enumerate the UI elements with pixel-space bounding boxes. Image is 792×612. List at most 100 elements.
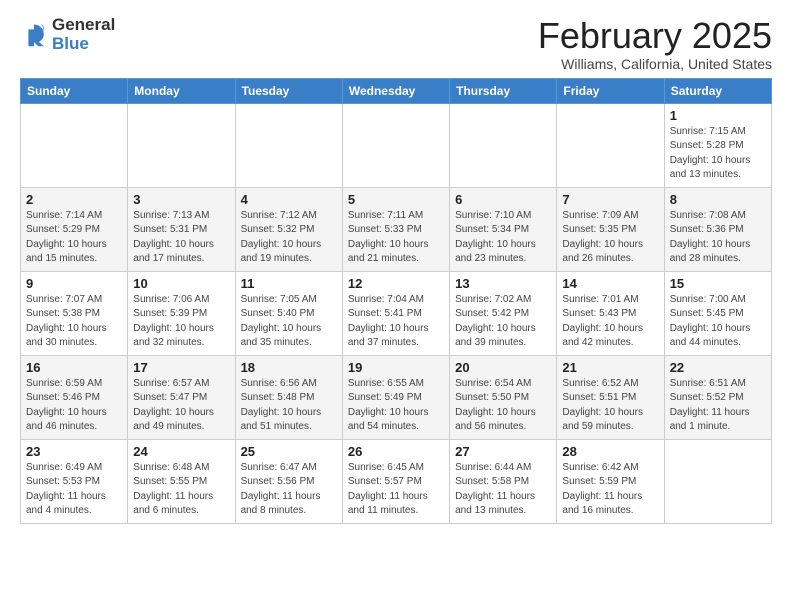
calendar-day-cell: 9 Sunrise: 7:07 AM Sunset: 5:38 PM Daylig… <box>21 271 128 355</box>
calendar-day-cell: 6Sunrise: 7:10 AM Sunset: 5:34 PM Daylig… <box>450 187 557 271</box>
day-number: 14 <box>562 276 658 291</box>
location-subtitle: Williams, California, United States <box>538 56 772 72</box>
calendar-day-cell: 27 Sunrise: 6:44 AM Sunset: 5:58 PM Dayli… <box>450 439 557 523</box>
day-of-week-header: Sunday <box>21 78 128 103</box>
calendar-day-cell: 14 Sunrise: 7:01 AM Sunset: 5:43 PM Dayli… <box>557 271 664 355</box>
day-info-text: Sunrise: 6:51 AM Sunset: 5:52 PM Dayligh… <box>670 377 766 435</box>
day-number: 2 <box>26 192 122 207</box>
logo-icon <box>20 21 48 49</box>
calendar-day-cell: 17 Sunrise: 6:57 AM Sunset: 5:47 PM Dayli… <box>128 355 235 439</box>
calendar-day-cell: 3Sunrise: 7:13 AM Sunset: 5:31 PM Daylig… <box>128 187 235 271</box>
day-info-text: Sunrise: 6:59 AM Sunset: 5:46 PM Dayligh… <box>26 377 122 435</box>
day-info-text: Sunrise: 7:15 AM Sunset: 5:28 PM Dayligh… <box>670 125 766 183</box>
day-number: 15 <box>670 276 766 291</box>
day-number: 5 <box>348 192 444 207</box>
day-number: 22 <box>670 360 766 375</box>
calendar-day-cell: 13 Sunrise: 7:02 AM Sunset: 5:42 PM Dayli… <box>450 271 557 355</box>
day-info-text: Sunrise: 6:55 AM Sunset: 5:49 PM Dayligh… <box>348 377 444 435</box>
day-info-text: Sunrise: 7:12 AM Sunset: 5:32 PM Dayligh… <box>241 209 337 267</box>
day-info-text: Sunrise: 6:56 AM Sunset: 5:48 PM Dayligh… <box>241 377 337 435</box>
day-info-text: Sunrise: 6:42 AM Sunset: 5:59 PM Dayligh… <box>562 461 658 519</box>
calendar-day-cell <box>664 439 771 523</box>
day-info-text: Sunrise: 7:06 AM Sunset: 5:39 PM Dayligh… <box>133 293 229 351</box>
calendar-day-cell: 7 Sunrise: 7:09 AM Sunset: 5:35 PM Daylig… <box>557 187 664 271</box>
day-number: 12 <box>348 276 444 291</box>
day-number: 4 <box>241 192 337 207</box>
calendar-day-cell: 18Sunrise: 6:56 AM Sunset: 5:48 PM Dayli… <box>235 355 342 439</box>
header: General Blue February 2025 Williams, Cal… <box>20 16 772 72</box>
day-info-text: Sunrise: 7:05 AM Sunset: 5:40 PM Dayligh… <box>241 293 337 351</box>
day-of-week-header: Friday <box>557 78 664 103</box>
calendar-table: SundayMondayTuesdayWednesdayThursdayFrid… <box>20 78 772 524</box>
calendar-day-cell: 28 Sunrise: 6:42 AM Sunset: 5:59 PM Dayli… <box>557 439 664 523</box>
calendar-day-cell: 11 Sunrise: 7:05 AM Sunset: 5:40 PM Dayli… <box>235 271 342 355</box>
day-of-week-header: Tuesday <box>235 78 342 103</box>
day-number: 19 <box>348 360 444 375</box>
calendar-day-cell: 26 Sunrise: 6:45 AM Sunset: 5:57 PM Dayli… <box>342 439 449 523</box>
calendar-day-cell: 8Sunrise: 7:08 AM Sunset: 5:36 PM Daylig… <box>664 187 771 271</box>
day-info-text: Sunrise: 6:52 AM Sunset: 5:51 PM Dayligh… <box>562 377 658 435</box>
calendar-day-cell: 4 Sunrise: 7:12 AM Sunset: 5:32 PM Daylig… <box>235 187 342 271</box>
calendar-day-cell: 15 Sunrise: 7:00 AM Sunset: 5:45 PM Dayli… <box>664 271 771 355</box>
calendar-day-cell <box>21 103 128 187</box>
calendar-week-row: 2 Sunrise: 7:14 AM Sunset: 5:29 PM Daylig… <box>21 187 772 271</box>
day-number: 26 <box>348 444 444 459</box>
day-info-text: Sunrise: 7:07 AM Sunset: 5:38 PM Dayligh… <box>26 293 122 351</box>
day-number: 6 <box>455 192 551 207</box>
day-number: 21 <box>562 360 658 375</box>
day-number: 16 <box>26 360 122 375</box>
day-number: 17 <box>133 360 229 375</box>
day-info-text: Sunrise: 7:14 AM Sunset: 5:29 PM Dayligh… <box>26 209 122 267</box>
day-number: 28 <box>562 444 658 459</box>
day-number: 3 <box>133 192 229 207</box>
calendar-day-cell: 20Sunrise: 6:54 AM Sunset: 5:50 PM Dayli… <box>450 355 557 439</box>
calendar-day-cell: 25 Sunrise: 6:47 AM Sunset: 5:56 PM Dayli… <box>235 439 342 523</box>
month-year-title: February 2025 <box>538 16 772 56</box>
day-number: 25 <box>241 444 337 459</box>
day-of-week-header: Monday <box>128 78 235 103</box>
calendar-day-cell: 21 Sunrise: 6:52 AM Sunset: 5:51 PM Dayli… <box>557 355 664 439</box>
day-info-text: Sunrise: 6:47 AM Sunset: 5:56 PM Dayligh… <box>241 461 337 519</box>
calendar-day-cell <box>557 103 664 187</box>
calendar-week-row: 16 Sunrise: 6:59 AM Sunset: 5:46 PM Dayli… <box>21 355 772 439</box>
day-number: 13 <box>455 276 551 291</box>
logo-general: General <box>52 16 115 35</box>
logo-blue: Blue <box>52 35 115 54</box>
day-info-text: Sunrise: 7:00 AM Sunset: 5:45 PM Dayligh… <box>670 293 766 351</box>
day-info-text: Sunrise: 7:02 AM Sunset: 5:42 PM Dayligh… <box>455 293 551 351</box>
day-number: 23 <box>26 444 122 459</box>
day-number: 10 <box>133 276 229 291</box>
day-info-text: Sunrise: 7:01 AM Sunset: 5:43 PM Dayligh… <box>562 293 658 351</box>
day-of-week-header: Saturday <box>664 78 771 103</box>
day-info-text: Sunrise: 7:08 AM Sunset: 5:36 PM Dayligh… <box>670 209 766 267</box>
calendar-day-cell <box>128 103 235 187</box>
calendar-day-cell <box>450 103 557 187</box>
calendar-day-cell: 19 Sunrise: 6:55 AM Sunset: 5:49 PM Dayli… <box>342 355 449 439</box>
calendar-week-row: 9 Sunrise: 7:07 AM Sunset: 5:38 PM Daylig… <box>21 271 772 355</box>
day-info-text: Sunrise: 6:45 AM Sunset: 5:57 PM Dayligh… <box>348 461 444 519</box>
calendar-day-cell: 2 Sunrise: 7:14 AM Sunset: 5:29 PM Daylig… <box>21 187 128 271</box>
day-number: 20 <box>455 360 551 375</box>
logo-text: General Blue <box>52 16 115 53</box>
calendar-day-cell: 23Sunrise: 6:49 AM Sunset: 5:53 PM Dayli… <box>21 439 128 523</box>
day-number: 27 <box>455 444 551 459</box>
day-info-text: Sunrise: 6:57 AM Sunset: 5:47 PM Dayligh… <box>133 377 229 435</box>
day-info-text: Sunrise: 7:04 AM Sunset: 5:41 PM Dayligh… <box>348 293 444 351</box>
day-info-text: Sunrise: 7:11 AM Sunset: 5:33 PM Dayligh… <box>348 209 444 267</box>
calendar-header-row: SundayMondayTuesdayWednesdayThursdayFrid… <box>21 78 772 103</box>
day-number: 9 <box>26 276 122 291</box>
day-of-week-header: Thursday <box>450 78 557 103</box>
day-of-week-header: Wednesday <box>342 78 449 103</box>
calendar-week-row: 23Sunrise: 6:49 AM Sunset: 5:53 PM Dayli… <box>21 439 772 523</box>
day-number: 7 <box>562 192 658 207</box>
calendar-day-cell: 16 Sunrise: 6:59 AM Sunset: 5:46 PM Dayli… <box>21 355 128 439</box>
day-info-text: Sunrise: 7:09 AM Sunset: 5:35 PM Dayligh… <box>562 209 658 267</box>
calendar-day-cell: 22 Sunrise: 6:51 AM Sunset: 5:52 PM Dayli… <box>664 355 771 439</box>
day-info-text: Sunrise: 6:44 AM Sunset: 5:58 PM Dayligh… <box>455 461 551 519</box>
calendar-week-row: 1Sunrise: 7:15 AM Sunset: 5:28 PM Daylig… <box>21 103 772 187</box>
day-info-text: Sunrise: 6:48 AM Sunset: 5:55 PM Dayligh… <box>133 461 229 519</box>
day-number: 11 <box>241 276 337 291</box>
calendar-day-cell: 24Sunrise: 6:48 AM Sunset: 5:55 PM Dayli… <box>128 439 235 523</box>
logo: General Blue <box>20 16 115 53</box>
calendar-day-cell <box>342 103 449 187</box>
